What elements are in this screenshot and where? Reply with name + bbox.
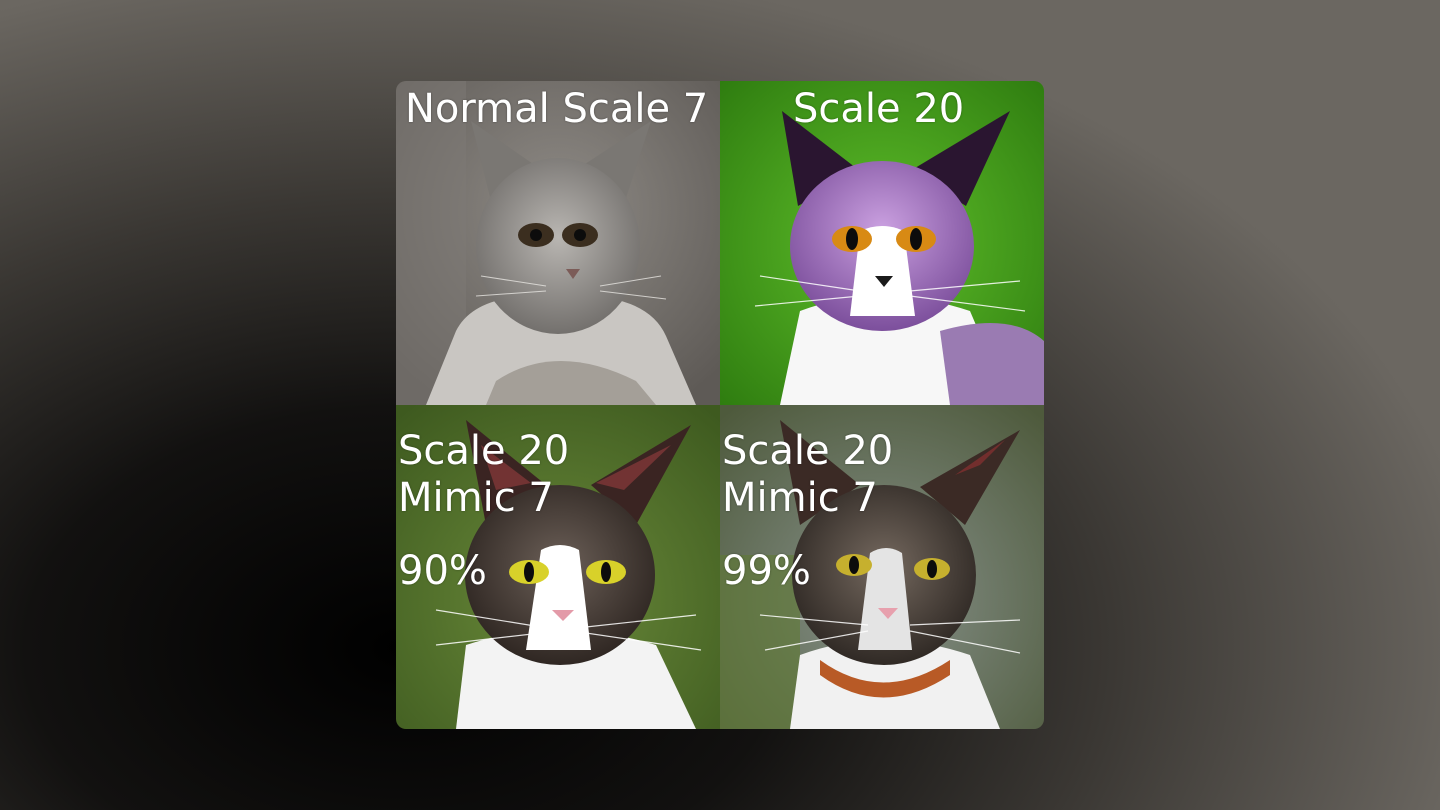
panel-title: Normal Scale 7 bbox=[405, 86, 709, 132]
panel-subtitle: Mimic 7 bbox=[398, 475, 554, 521]
panel-scale-20: Scale 20 bbox=[720, 81, 1044, 405]
panel-subtitle: Mimic 7 bbox=[722, 475, 878, 521]
panel-percent: 90% bbox=[398, 548, 487, 594]
panel-percent: 99% bbox=[722, 548, 811, 594]
image-grid: Normal Scale 7 Scale 20 Scale 20 Mimic 7… bbox=[396, 81, 1044, 729]
panel-normal-scale-7: Normal Scale 7 bbox=[396, 81, 720, 405]
panel-title: Scale 20 bbox=[722, 428, 894, 474]
panel-scale-20-mimic-7-99: Scale 20 Mimic 7 99% bbox=[720, 405, 1044, 729]
panel-scale-20-mimic-7-90: Scale 20 Mimic 7 90% bbox=[396, 405, 720, 729]
panel-title: Scale 20 bbox=[398, 428, 570, 474]
panel-title: Scale 20 bbox=[793, 86, 965, 132]
